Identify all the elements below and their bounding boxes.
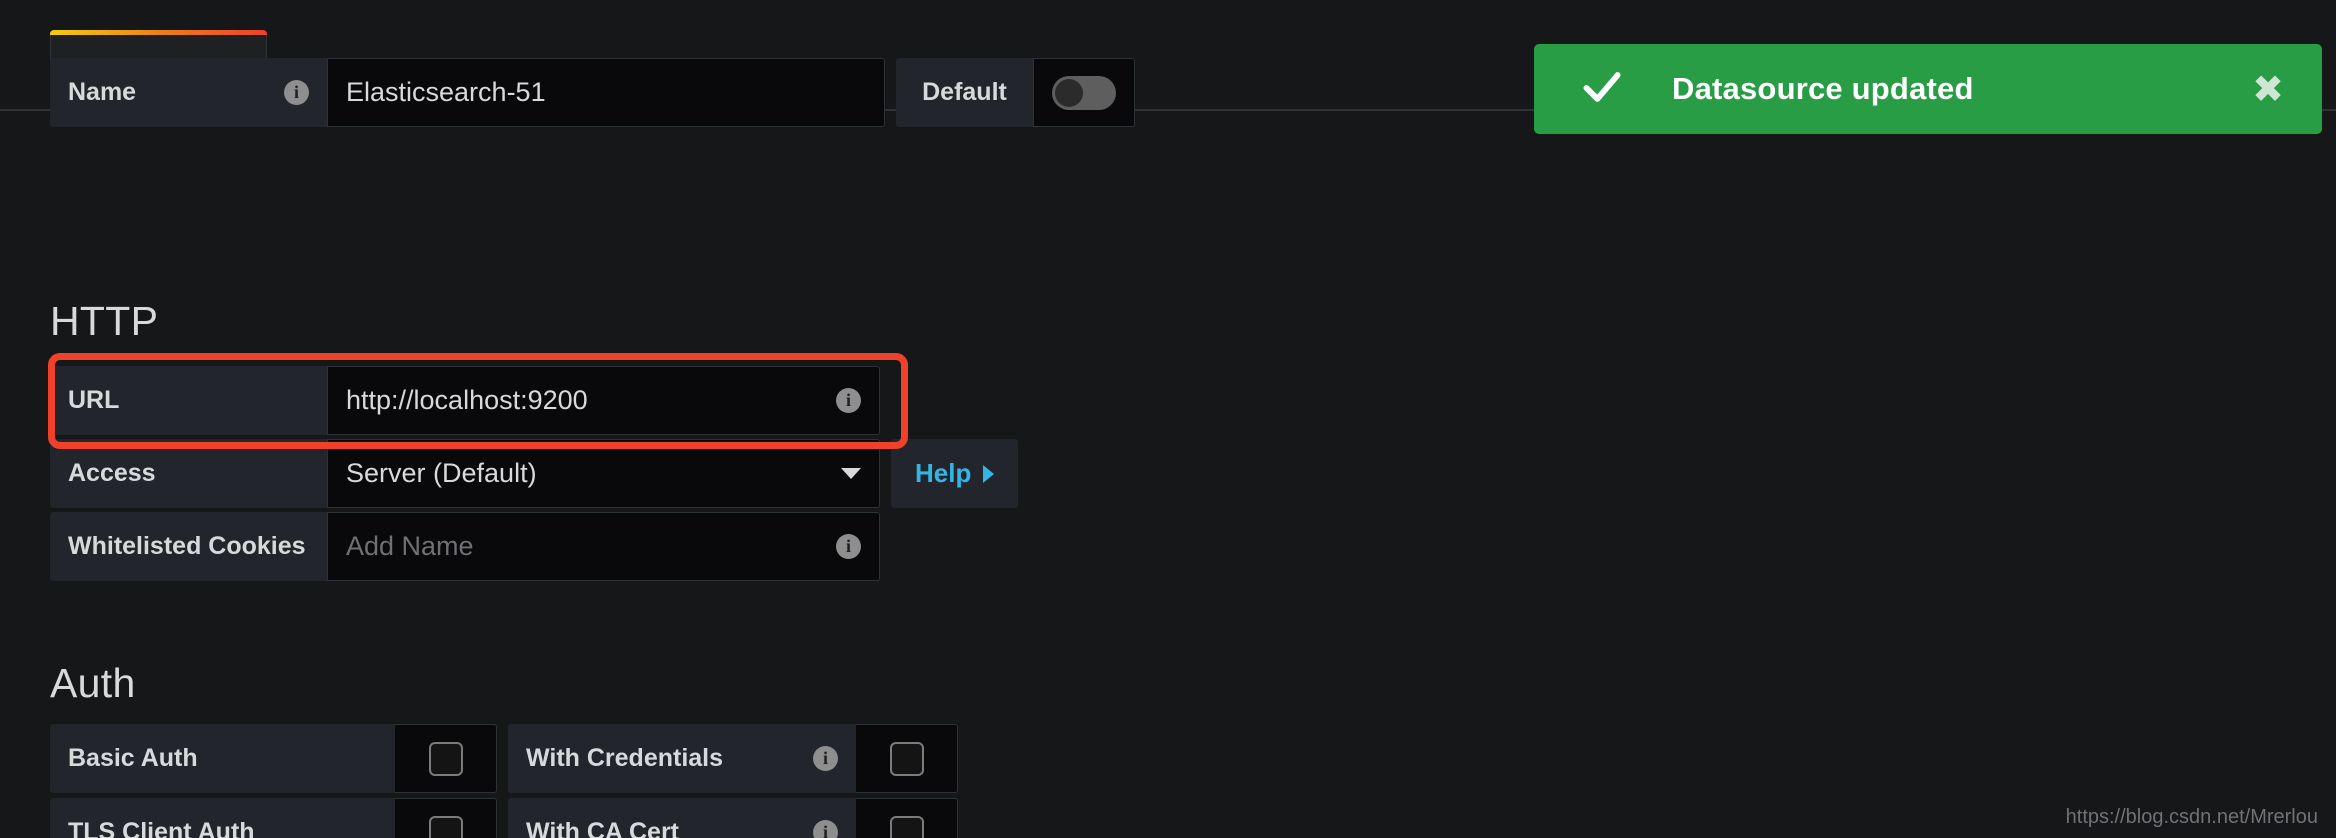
cookies-label: Whitelisted Cookies (68, 532, 306, 560)
info-icon[interactable]: i (284, 80, 309, 105)
with-credentials-field: With Credentials i (508, 724, 958, 793)
success-toast[interactable]: Datasource updated ✖ (1534, 44, 2322, 134)
name-label-cell: Name i (50, 58, 327, 127)
auth-row: Basic Auth With Credentials i (50, 724, 958, 793)
name-label: Name (68, 78, 137, 106)
watermark: https://blog.csdn.net/Mrerlou (2065, 806, 2318, 828)
default-toggle[interactable] (1052, 75, 1116, 110)
default-toggle-cell[interactable] (1033, 58, 1135, 127)
tls-client-auth-checkbox[interactable] (428, 815, 463, 838)
with-ca-cert-field: With CA Cert i (508, 798, 958, 838)
check-icon (1580, 65, 1624, 114)
whitelisted-cookies-row: Whitelisted Cookies Add Name i (50, 512, 1018, 581)
toggle-knob (1055, 78, 1083, 107)
tls-client-auth-label: TLS Client Auth (68, 818, 255, 838)
basic-auth-checkbox-cell[interactable] (395, 724, 497, 793)
basic-auth-label-cell: Basic Auth (50, 724, 395, 793)
with-credentials-checkbox[interactable] (889, 741, 924, 776)
help-label: Help (915, 458, 972, 488)
url-label: URL (68, 386, 120, 414)
with-ca-cert-label-cell: With CA Cert i (508, 798, 856, 838)
with-credentials-checkbox-cell[interactable] (856, 724, 958, 793)
tls-client-auth-label-cell: TLS Client Auth (50, 798, 395, 838)
url-row: URL http://localhost:9200 i (50, 366, 1018, 435)
default-label-cell: Default (896, 58, 1033, 127)
name-input[interactable]: Elasticsearch-51 (327, 58, 885, 127)
with-ca-cert-label: With CA Cert (526, 818, 680, 838)
access-row: Access Server (Default) Help (50, 439, 1019, 508)
with-credentials-label: With Credentials (526, 744, 724, 772)
http-section-title: HTTP (50, 298, 159, 344)
basic-auth-label: Basic Auth (68, 744, 198, 772)
datasource-settings-page: Settings Name i Elasticsearch-51 Default (0, 0, 2336, 838)
info-icon[interactable]: i (813, 746, 838, 771)
name-default-group: Name i Elasticsearch-51 Default (50, 58, 1135, 131)
auth-section-title: Auth (50, 660, 136, 706)
with-ca-cert-checkbox-cell[interactable] (856, 798, 958, 838)
basic-auth-checkbox[interactable] (428, 741, 463, 776)
url-label-cell: URL (50, 366, 327, 435)
cookies-input[interactable]: Add Name i (327, 512, 880, 581)
default-row: Default (896, 58, 1135, 127)
access-label: Access (68, 459, 156, 487)
access-help-link[interactable]: Help (891, 439, 1019, 508)
access-select[interactable]: Server (Default) (327, 439, 880, 508)
access-select-value: Server (Default) (346, 458, 537, 488)
info-icon[interactable]: i (836, 534, 861, 559)
url-input[interactable]: http://localhost:9200 i (327, 366, 880, 435)
url-input-value: http://localhost:9200 (346, 385, 588, 415)
chevron-right-icon (983, 464, 995, 483)
with-credentials-label-cell: With Credentials i (508, 724, 856, 793)
auth-row: TLS Client Auth With CA Cert i (50, 798, 958, 838)
cookies-label-cell: Whitelisted Cookies (50, 512, 327, 581)
with-ca-cert-checkbox[interactable] (889, 815, 924, 838)
default-label: Default (922, 78, 1007, 106)
info-icon[interactable]: i (836, 388, 861, 413)
auth-section: Basic Auth With Credentials i TLS Client… (50, 724, 958, 838)
tls-client-auth-checkbox-cell[interactable] (395, 798, 497, 838)
toast-message: Datasource updated (1672, 71, 1974, 106)
close-icon[interactable]: ✖ (2252, 70, 2284, 108)
name-row: Name i Elasticsearch-51 (50, 58, 885, 127)
tls-client-auth-field: TLS Client Auth (50, 798, 497, 838)
name-input-value: Elasticsearch-51 (346, 77, 546, 107)
chevron-down-icon[interactable] (841, 468, 861, 479)
info-icon[interactable]: i (813, 820, 838, 838)
http-section: URL http://localhost:9200 i Access Serve… (50, 366, 1019, 585)
access-label-cell: Access (50, 439, 327, 508)
cookies-input-placeholder: Add Name (346, 531, 474, 561)
basic-auth-field: Basic Auth (50, 724, 497, 793)
